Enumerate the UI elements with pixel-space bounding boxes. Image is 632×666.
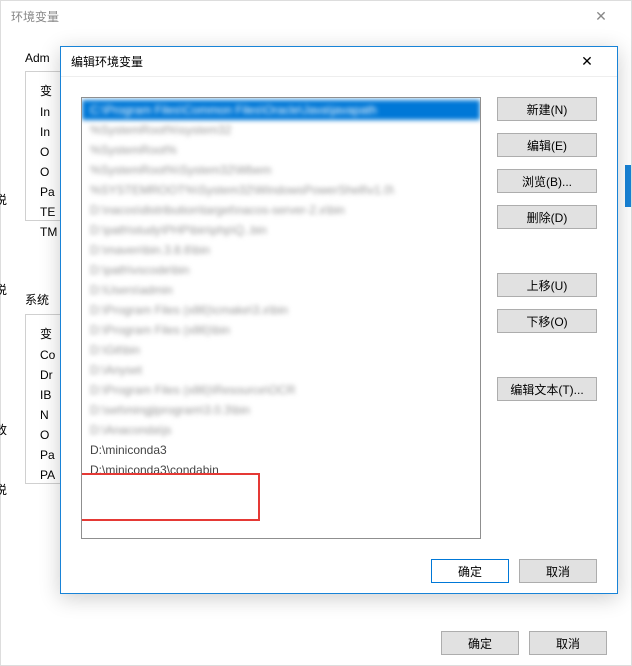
move-up-button[interactable]: 上移(U) [497,273,597,297]
list-item[interactable]: PA [40,468,55,482]
browse-button[interactable]: 浏览(B)... [497,169,597,193]
list-item[interactable]: Pa [40,448,55,462]
inner-cancel-button[interactable]: 取消 [519,559,597,583]
side-label: 说 [0,481,7,498]
outer-cancel-button[interactable]: 取消 [529,631,607,655]
outer-ok-button[interactable]: 确定 [441,631,519,655]
list-item[interactable]: O [40,145,57,159]
path-entry[interactable]: D:\Program Files (x86)\Resource\OCR [82,380,480,400]
path-entry[interactable]: D:\set\mingjiprogram\3.0.3\bin [82,400,480,420]
path-entry[interactable]: D:\Users\admin [82,280,480,300]
path-entry[interactable]: D:\Git\bin [82,340,480,360]
path-list[interactable]: C:\Program Files\Common Files\Oracle\Jav… [81,97,481,539]
list-item[interactable]: N [40,408,55,422]
decorative-edge [625,165,631,207]
path-entry[interactable]: C:\Program Files\Common Files\Oracle\Jav… [82,100,480,120]
path-entry[interactable]: %SystemRoot%\system32 [82,120,480,140]
list-item[interactable]: O [40,428,55,442]
close-icon[interactable]: ✕ [567,53,607,70]
button-column: 新建(N) 编辑(E) 浏览(B)... 删除(D) 上移(U) 下移(O) 编… [497,97,597,539]
path-entry[interactable]: D:\Anaconda\js [82,420,480,440]
path-entry[interactable]: %SystemRoot% [82,140,480,160]
path-entry[interactable]: %SystemRoot%\System32\Wbem [82,160,480,180]
move-down-button[interactable]: 下移(O) [497,309,597,333]
new-button[interactable]: 新建(N) [497,97,597,121]
path-entry[interactable]: D:\path\vscode\bin [82,260,480,280]
outer-footer: 确定 取消 [441,631,607,655]
list-item[interactable]: Co [40,348,55,362]
edit-var-dialog: 编辑环境变量 ✕ C:\Program Files\Common Files\O… [60,46,618,594]
list-item[interactable]: In [40,125,57,139]
list-item[interactable]: 变 [40,325,55,342]
path-entry[interactable]: D:\nacos\distribution\target\nacos-serve… [82,200,480,220]
path-entry[interactable]: D:\miniconda3 [82,440,480,460]
list-item[interactable]: TE [40,205,57,219]
path-entry[interactable]: D:\Program Files (x86)\bin [82,320,480,340]
path-entry[interactable]: D:\Anyset [82,360,480,380]
list-item[interactable]: IB [40,388,55,402]
list-item[interactable]: Dr [40,368,55,382]
list-item[interactable]: 变 [40,82,57,99]
side-label: 改 [0,421,7,438]
side-label: 说 [0,281,7,298]
path-entry[interactable]: D:\maven\bin.3.8.6\bin [82,240,480,260]
path-entry[interactable]: D:\path\study\PHP\bin\php\Q..bin [82,220,480,240]
close-icon[interactable]: ✕ [581,8,621,25]
inner-ok-button[interactable]: 确定 [431,559,509,583]
list-item[interactable]: O [40,165,57,179]
path-entry[interactable]: D:\Program Files (x86)\cmake\3.x\bin [82,300,480,320]
edit-button[interactable]: 编辑(E) [497,133,597,157]
list-item[interactable]: TM [40,225,57,239]
outer-title: 环境变量 [11,8,581,25]
inner-titlebar: 编辑环境变量 ✕ [61,47,617,77]
list-item[interactable]: In [40,105,57,119]
edit-text-button[interactable]: 编辑文本(T)... [497,377,597,401]
inner-footer: 确定 取消 [61,549,617,593]
outer-titlebar: 环境变量 ✕ [1,1,631,31]
path-entry[interactable]: D:\miniconda3\condabin [82,460,480,480]
delete-button[interactable]: 删除(D) [497,205,597,229]
side-label: 说 [0,191,7,208]
highlight-annotation [81,473,260,521]
path-entry[interactable]: %SYSTEMROOT%\System32\WindowsPowerShell\… [82,180,480,200]
inner-title: 编辑环境变量 [71,53,567,70]
list-item[interactable]: Pa [40,185,57,199]
